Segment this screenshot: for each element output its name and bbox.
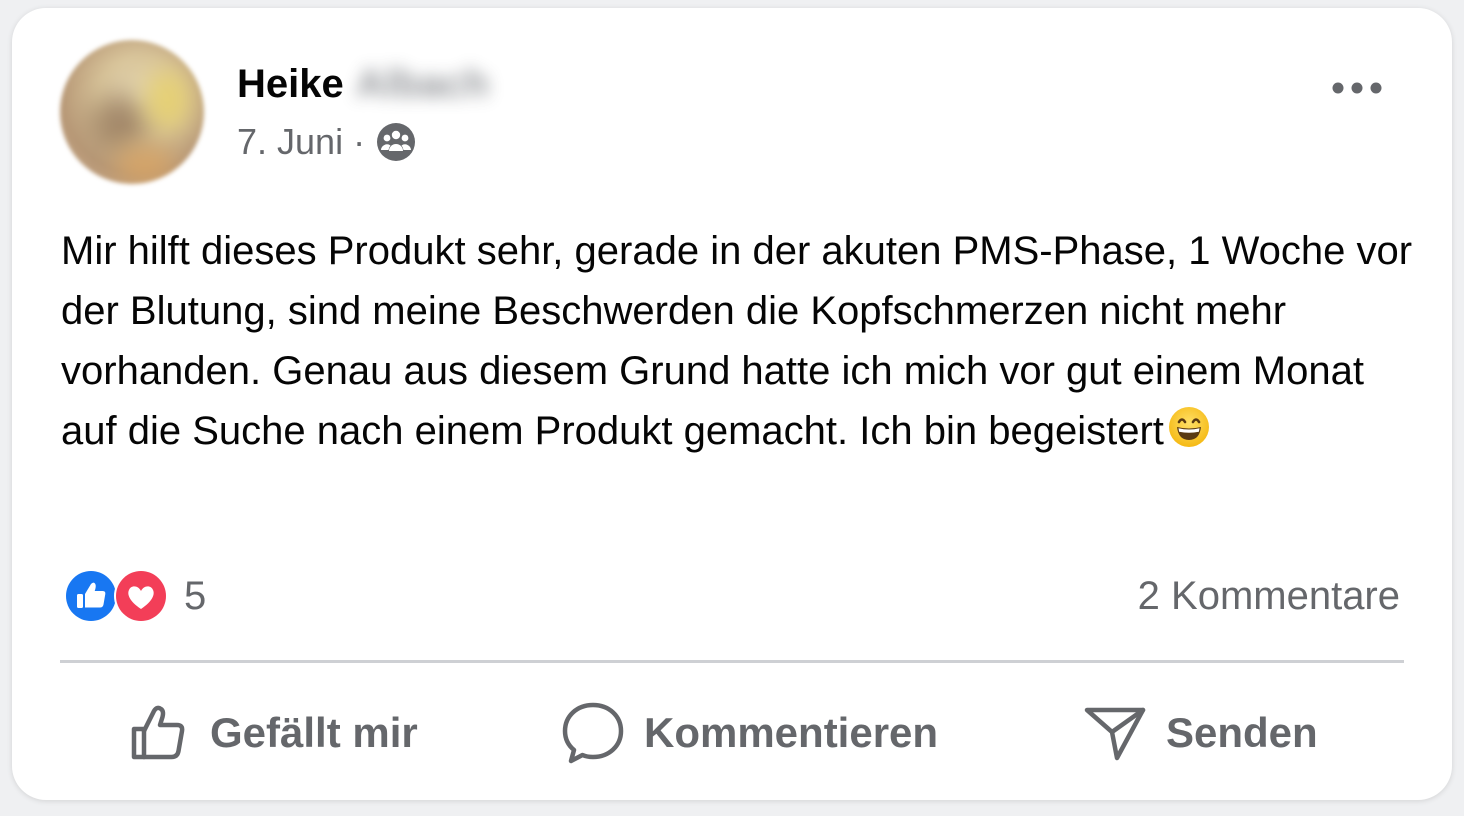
send-label: Senden <box>1166 709 1318 756</box>
divider <box>60 660 1404 663</box>
reaction-count: 5 <box>184 573 207 618</box>
more-horizontal-icon <box>1332 82 1382 94</box>
speech-bubble-icon <box>562 702 624 764</box>
like-label: Gefällt mir <box>210 709 418 756</box>
post-date[interactable]: 7. Juni <box>237 120 343 164</box>
comments-count-link[interactable]: 2 Kommentare <box>1138 572 1400 620</box>
meta-separator: · <box>353 121 366 162</box>
author-first-name[interactable]: Heike <box>237 62 344 106</box>
send-icon <box>1084 707 1146 761</box>
send-button[interactable]: Senden <box>1082 698 1318 768</box>
post-text: Mir hilft dieses Produkt sehr, gerade in… <box>61 221 1421 461</box>
thumbs-up-icon <box>131 705 185 760</box>
comment-label: Kommentieren <box>644 709 939 756</box>
avatar[interactable] <box>60 40 204 184</box>
like-button[interactable]: Gefällt mir <box>128 698 418 768</box>
grinning-face-emoji <box>1168 405 1210 447</box>
reaction-summary[interactable]: 5 <box>62 566 206 626</box>
comment-button[interactable]: Kommentieren <box>560 698 938 768</box>
more-options-button[interactable] <box>1322 68 1392 108</box>
author-name[interactable]: Heike Albach <box>237 60 489 108</box>
post-meta: 7. Juni · <box>237 120 417 164</box>
love-reaction-icon <box>114 569 168 623</box>
post-card: Heike Albach 7. Juni · Mir hilft dieses P… <box>12 8 1452 800</box>
group-icon[interactable] <box>375 121 417 163</box>
author-last-name-blurred: Albach <box>355 62 490 106</box>
